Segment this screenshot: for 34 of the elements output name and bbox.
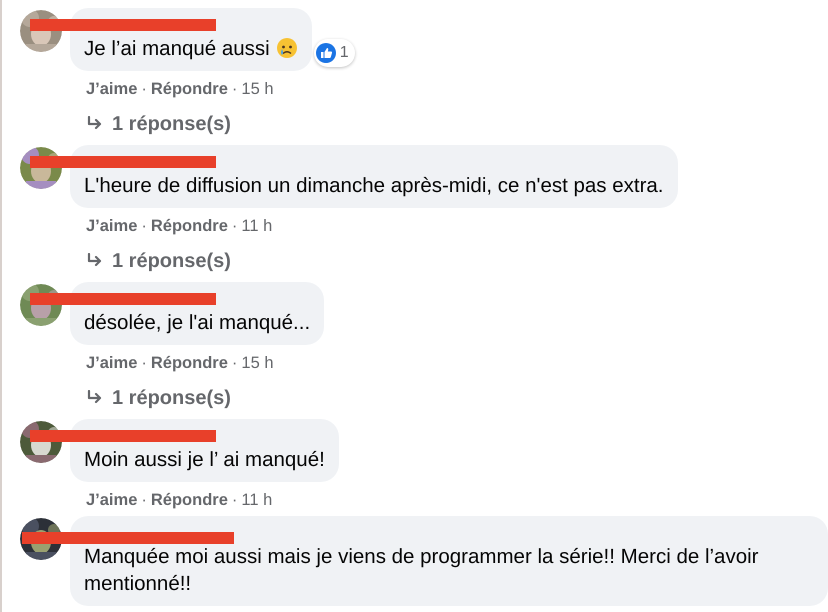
separator-dot: · [232, 78, 238, 100]
comment-text: Manquée moi aussi mais je viens de programmer la série!! Merci de l’avoir mentionné!! [84, 545, 758, 595]
action-link[interactable]: Répondre [150, 488, 228, 512]
reaction-badge[interactable]: 1 [314, 39, 355, 67]
separator-dot: · [141, 216, 147, 237]
action-link[interactable]: J’aime [86, 76, 138, 102]
action-link[interactable]: Répondre [150, 76, 228, 102]
timestamp[interactable]: 15 h [241, 350, 274, 376]
separator-dot: · [141, 490, 147, 511]
reply-arrow-icon [86, 390, 104, 406]
comment-text: L'heure de diffusion un dimanche après-midi, ce n'est pas extra. [84, 174, 664, 197]
separator-dot: · [141, 352, 147, 374]
reply-arrow-icon [86, 253, 104, 269]
separator-dot: · [232, 490, 238, 511]
separator-dot: · [141, 78, 147, 100]
replies-link[interactable]: 1 réponse(s) [112, 109, 231, 139]
comment-text: Je l’ai manqué aussi [84, 37, 270, 60]
timestamp[interactable]: 15 h [241, 76, 274, 102]
replies-link[interactable]: 1 réponse(s) [112, 383, 231, 413]
thumbs-up-icon [316, 43, 336, 63]
separator-dot: · [232, 352, 238, 374]
comment-text: désolée, je l'ai manqué... [84, 311, 310, 334]
action-link[interactable]: J’aime [86, 350, 138, 376]
action-link[interactable]: J’aime [86, 488, 138, 512]
reply-arrow-icon [86, 116, 104, 132]
timestamp[interactable]: 11 h [241, 214, 272, 238]
action-link[interactable]: Répondre [150, 350, 228, 376]
replies-link[interactable]: 1 réponse(s) [112, 246, 231, 276]
timestamp[interactable]: 11 h [241, 488, 272, 512]
action-link[interactable]: Répondre [150, 214, 228, 238]
action-link[interactable]: J’aime [86, 214, 138, 238]
reaction-count: 1 [340, 43, 349, 63]
comment-text: Moin aussi je l’ ai manqué! [84, 448, 325, 471]
separator-dot: · [232, 216, 238, 237]
